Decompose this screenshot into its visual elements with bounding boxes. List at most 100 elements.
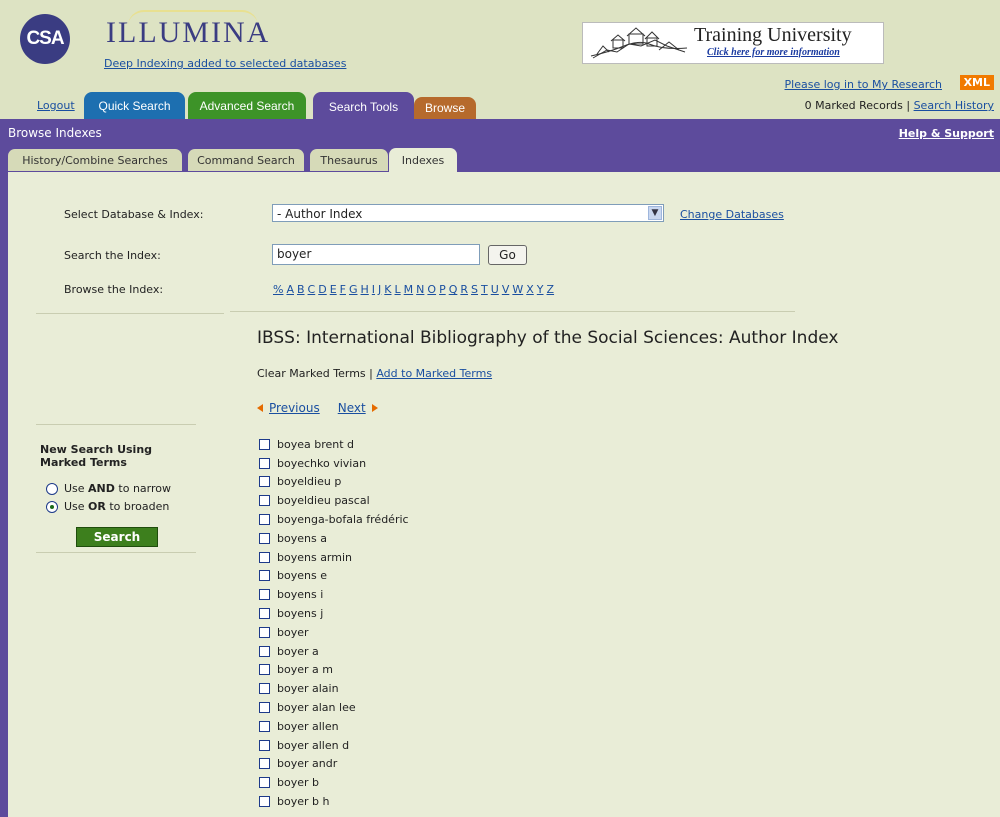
radio-and[interactable]: Use AND to narrow xyxy=(46,482,171,495)
tab-indexes[interactable]: Indexes xyxy=(389,148,457,172)
term-checkbox[interactable] xyxy=(259,626,270,638)
alpha-link[interactable]: M xyxy=(404,283,414,296)
or-post: to broaden xyxy=(105,500,170,513)
tab-quick-search[interactable]: Quick Search xyxy=(84,92,185,119)
term-checkbox[interactable] xyxy=(259,438,270,450)
clear-marked-terms[interactable]: Clear Marked Terms | xyxy=(257,367,376,380)
term-checkbox[interactable] xyxy=(259,457,270,469)
database-index-select[interactable]: - Author Index ▼ xyxy=(272,204,664,222)
next-link[interactable]: Next xyxy=(338,401,366,415)
alpha-link[interactable]: K xyxy=(384,283,391,296)
term-checkbox[interactable] xyxy=(259,702,270,714)
search-history-link[interactable]: Search History xyxy=(914,99,994,112)
alpha-link[interactable]: Z xyxy=(547,283,555,296)
term-label: boyer alan lee xyxy=(277,701,356,715)
alpha-link[interactable]: I xyxy=(372,283,375,296)
alpha-link[interactable]: P xyxy=(439,283,446,296)
alpha-link[interactable]: % xyxy=(273,283,283,296)
csa-logo[interactable]: CSA xyxy=(20,14,70,64)
term-checkbox[interactable] xyxy=(259,796,270,808)
alpha-link[interactable]: H xyxy=(361,283,369,296)
search-index-input[interactable]: boyer xyxy=(272,244,480,265)
alpha-link[interactable]: T xyxy=(481,283,488,296)
term-checkbox[interactable] xyxy=(259,777,270,789)
previous-link[interactable]: Previous xyxy=(269,401,320,415)
term-label: boyer allen d xyxy=(277,738,350,752)
alpha-link[interactable]: D xyxy=(318,283,326,296)
login-my-research-link[interactable]: Please log in to My Research xyxy=(785,78,942,91)
alpha-link[interactable]: G xyxy=(349,283,358,296)
add-marked-terms-link[interactable]: Add to Marked Terms xyxy=(376,367,492,380)
previous-arrow-icon[interactable] xyxy=(257,404,263,412)
new-search-heading: New Search Using Marked Terms xyxy=(40,443,152,469)
select-database-label: Select Database & Index: xyxy=(64,208,204,221)
deep-indexing-link[interactable]: Deep Indexing added to selected database… xyxy=(104,57,346,70)
search-button[interactable]: Search xyxy=(76,527,158,547)
alpha-link[interactable]: O xyxy=(427,283,436,296)
alpha-link[interactable]: E xyxy=(330,283,337,296)
alpha-link[interactable]: Q xyxy=(449,283,458,296)
term-checkbox[interactable] xyxy=(259,514,270,526)
alpha-link[interactable]: S xyxy=(471,283,478,296)
term-checkbox[interactable] xyxy=(259,645,270,657)
term-checkbox[interactable] xyxy=(259,570,270,582)
logout-link[interactable]: Logout xyxy=(37,99,75,112)
radio-and-circle[interactable] xyxy=(46,482,58,495)
alpha-link[interactable]: Y xyxy=(537,283,544,296)
term-checkbox[interactable] xyxy=(259,739,270,751)
term-checkbox[interactable] xyxy=(259,608,270,620)
alpha-link[interactable]: B xyxy=(297,283,305,296)
go-button[interactable]: Go xyxy=(488,245,527,265)
alpha-link[interactable]: X xyxy=(526,283,534,296)
chevron-down-icon[interactable]: ▼ xyxy=(648,206,662,220)
and-bold: AND xyxy=(88,482,115,495)
alpha-link[interactable]: N xyxy=(416,283,424,296)
radio-or[interactable]: Use OR to broaden xyxy=(46,500,169,513)
banner-link[interactable]: Click here for more information xyxy=(707,47,840,58)
term-label: boyer a m xyxy=(277,663,333,677)
tab-search-tools[interactable]: Search Tools xyxy=(313,92,414,121)
and-post: to narrow xyxy=(114,482,171,495)
marked-terms-actions: Clear Marked Terms | Add to Marked Terms xyxy=(257,367,492,380)
term-checkbox[interactable] xyxy=(259,589,270,601)
change-databases-link[interactable]: Change Databases xyxy=(680,208,784,221)
alpha-link[interactable]: C xyxy=(308,283,316,296)
alpha-link[interactable]: A xyxy=(286,283,294,296)
alpha-link[interactable]: J xyxy=(378,283,381,296)
training-university-banner[interactable]: Training University Click here for more … xyxy=(582,22,884,64)
tab-history-combine[interactable]: History/Combine Searches xyxy=(8,149,182,171)
list-item: boyer b h xyxy=(259,792,409,811)
list-item: boyeldieu p xyxy=(259,473,409,492)
term-checkbox[interactable] xyxy=(259,720,270,732)
next-arrow-icon[interactable] xyxy=(371,404,378,412)
help-support-link[interactable]: Help & Support xyxy=(899,127,994,140)
term-checkbox[interactable] xyxy=(259,551,270,563)
alpha-link[interactable]: W xyxy=(512,283,523,296)
alpha-link[interactable]: F xyxy=(340,283,346,296)
list-item: boyer alan lee xyxy=(259,698,409,717)
term-label: boyeldieu p xyxy=(277,475,342,489)
list-item: boyens armin xyxy=(259,548,409,567)
alpha-link[interactable]: L xyxy=(395,283,401,296)
term-checkbox[interactable] xyxy=(259,495,270,507)
tab-thesaurus[interactable]: Thesaurus xyxy=(310,149,388,171)
term-checkbox[interactable] xyxy=(259,476,270,488)
term-checkbox[interactable] xyxy=(259,683,270,695)
list-item: boyer allen xyxy=(259,717,409,736)
alpha-link[interactable]: V xyxy=(502,283,510,296)
tab-advanced-search[interactable]: Advanced Search xyxy=(188,92,306,119)
alphabet-nav: % A B C D E F G H I J K L M N O P Q R S T U V W X Y Z xyxy=(273,283,554,296)
radio-or-circle[interactable] xyxy=(46,500,58,513)
alpha-link[interactable]: R xyxy=(460,283,468,296)
term-label: boyens armin xyxy=(277,550,353,564)
xml-badge[interactable]: XML xyxy=(959,75,994,90)
tab-browse[interactable]: Browse xyxy=(414,97,476,119)
term-checkbox[interactable] xyxy=(259,758,270,770)
tab-command-search[interactable]: Command Search xyxy=(188,149,304,171)
list-item: boyer andr xyxy=(259,755,409,774)
alpha-link[interactable]: U xyxy=(491,283,499,296)
term-label: boyea brent d xyxy=(277,437,355,451)
database-index-value: - Author Index xyxy=(277,207,363,221)
term-checkbox[interactable] xyxy=(259,664,270,676)
term-checkbox[interactable] xyxy=(259,532,270,544)
